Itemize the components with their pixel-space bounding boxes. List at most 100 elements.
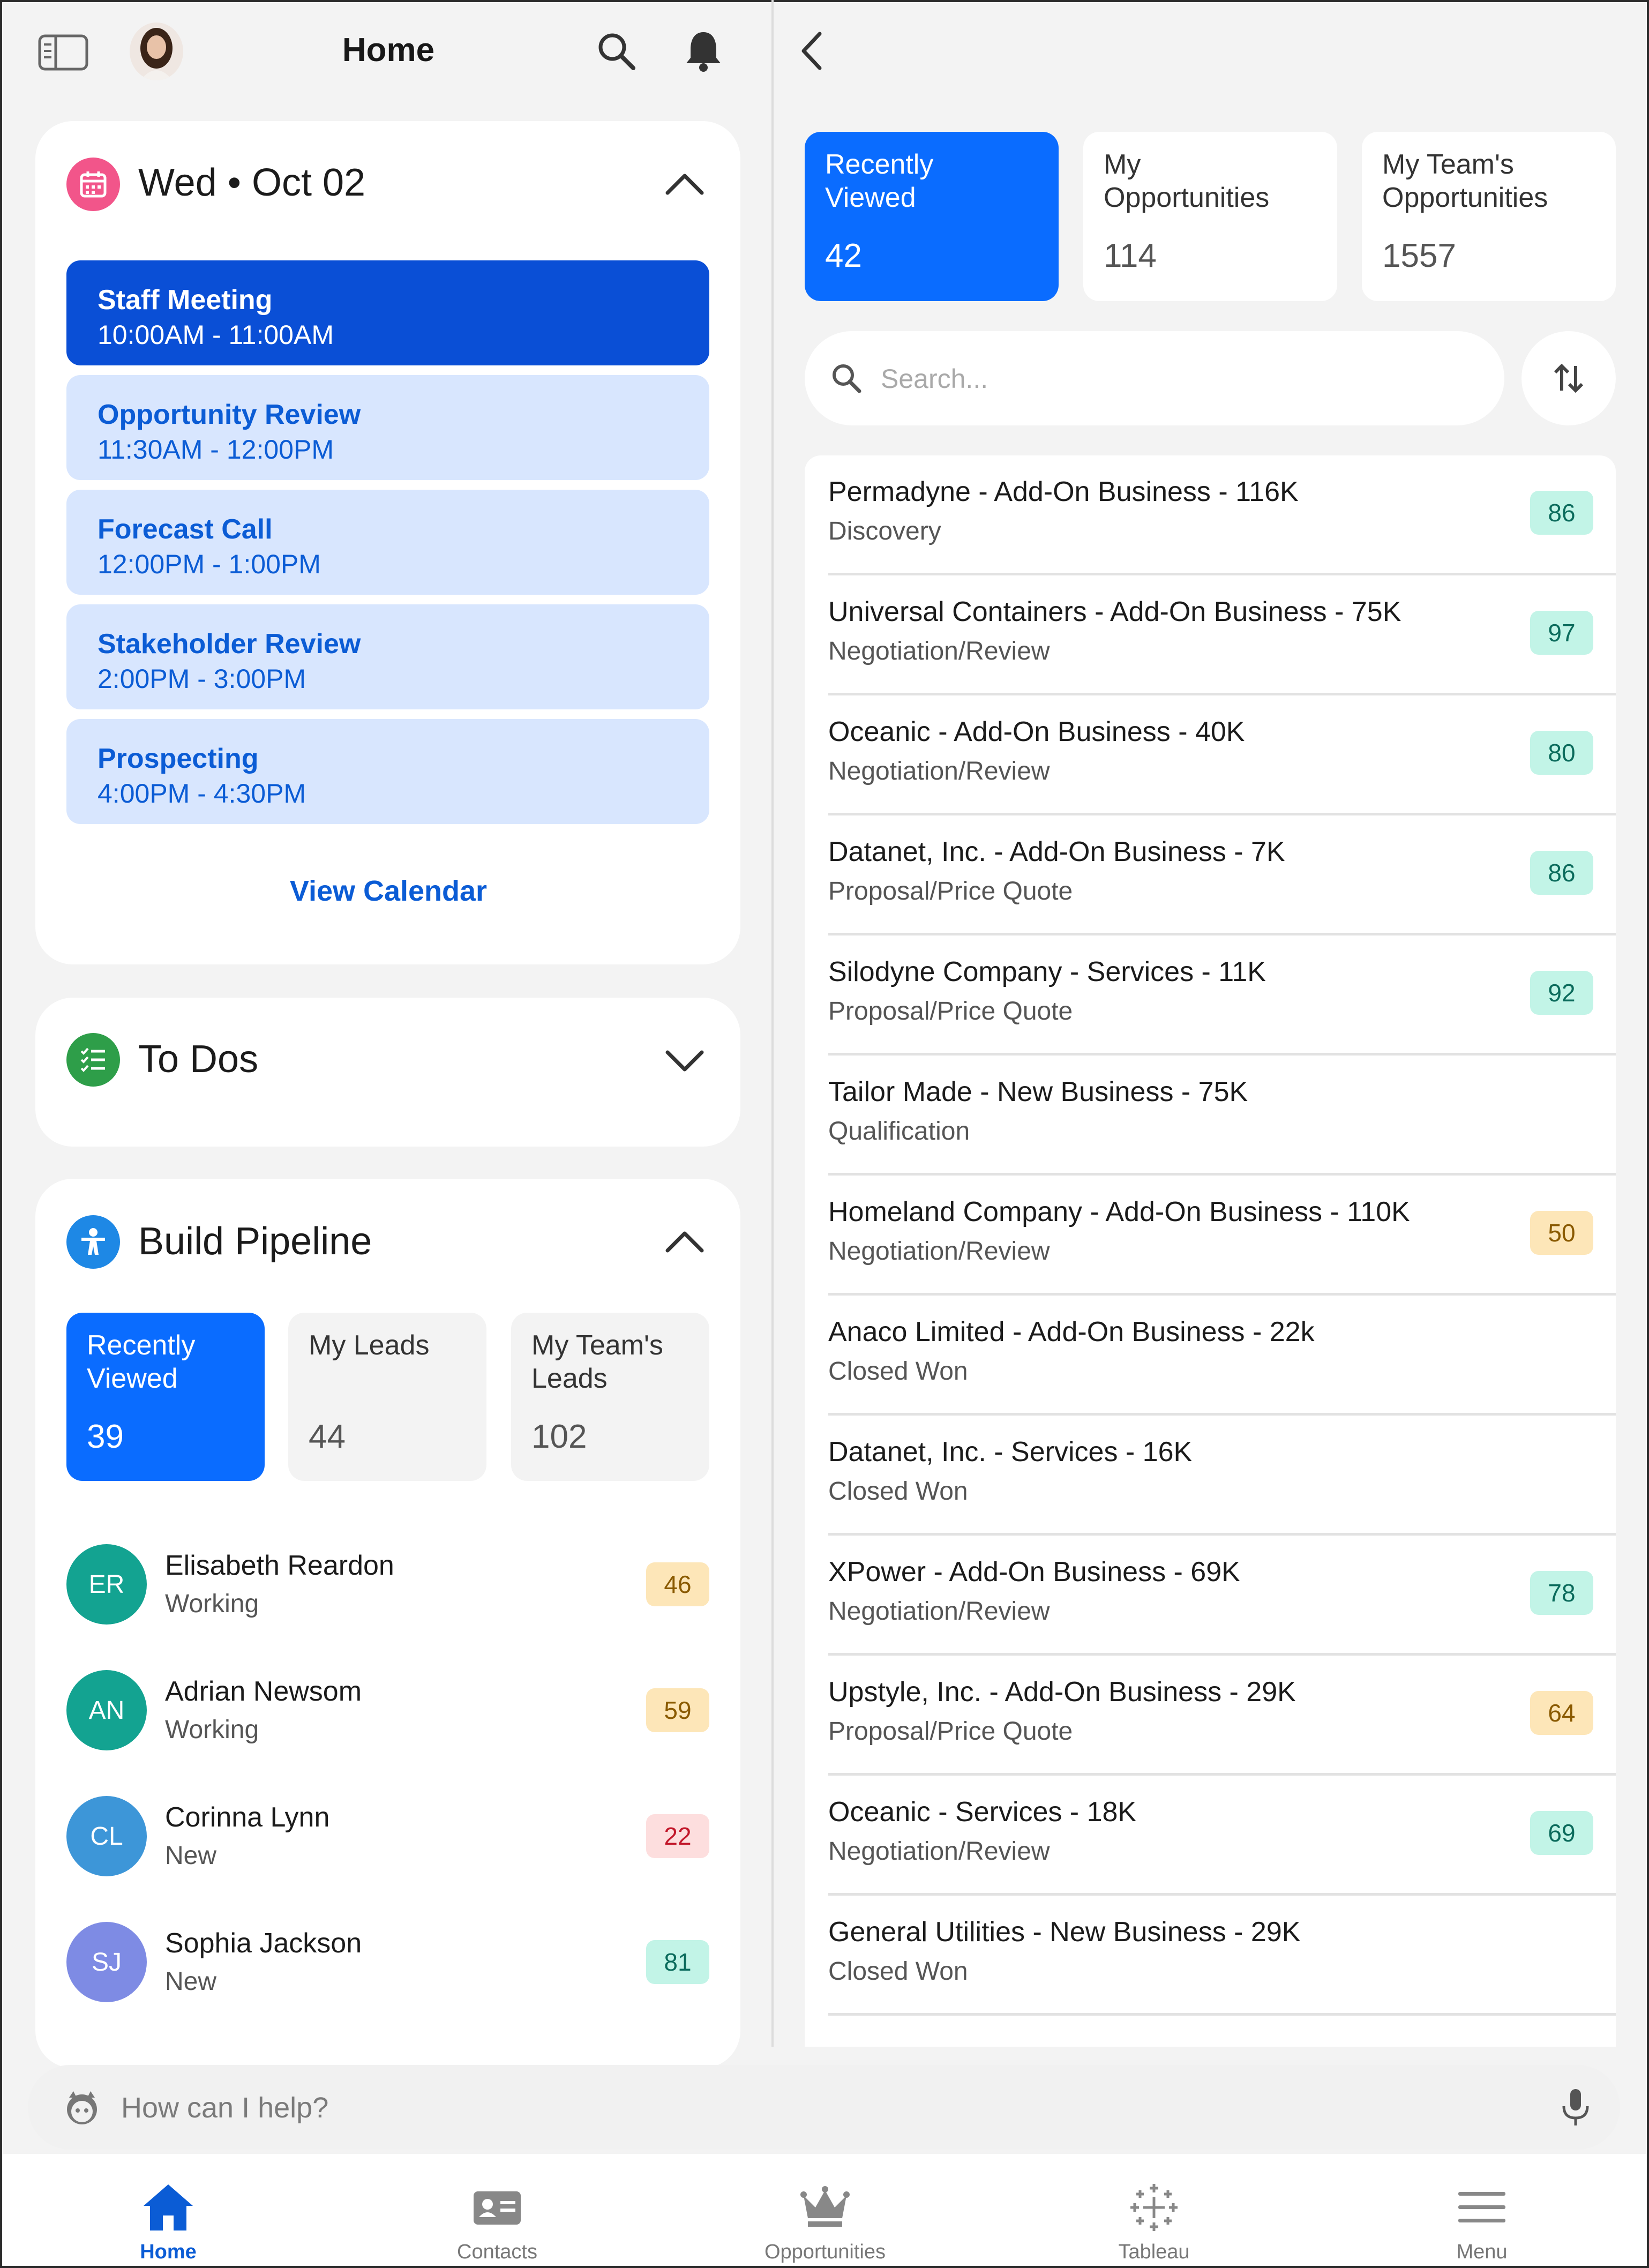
checklist-icon	[66, 1033, 120, 1087]
tile-count: 114	[1104, 237, 1157, 274]
opportunity-row[interactable]: Universal Containers - Add-On Business -…	[828, 575, 1616, 695]
tile-count: 42	[825, 237, 862, 274]
sidebar-toggle-icon[interactable]	[38, 32, 89, 73]
calendar-event[interactable]: Forecast Call 12:00PM - 1:00PM	[66, 490, 709, 595]
opportunity-stage: Negotiation/Review	[828, 1837, 1050, 1866]
tableau-icon	[1127, 2181, 1181, 2234]
assistant-input[interactable]	[120, 2083, 1515, 2132]
calendar-event[interactable]: Stakeholder Review 2:00PM - 3:00PM	[66, 604, 709, 709]
tab-contacts[interactable]: Contacts	[401, 2165, 594, 2263]
tab-home[interactable]: Home	[72, 2165, 265, 2263]
lead-avatar: SJ	[66, 1922, 147, 2002]
back-chevron-icon[interactable]	[793, 27, 830, 75]
person-icon	[66, 1215, 120, 1269]
lead-avatar: AN	[66, 1670, 147, 1750]
tile-label: My Opportunities	[1104, 149, 1270, 213]
event-time: 10:00AM - 11:00AM	[98, 320, 334, 350]
tile-recently-viewed-leads[interactable]: Recently Viewed 39	[66, 1313, 265, 1481]
tab-label: Tableau	[1118, 2241, 1190, 2263]
lead-score-badge: 59	[646, 1688, 709, 1732]
opportunity-row[interactable]: Silodyne Company - Services - 11K Propos…	[828, 935, 1616, 1056]
opportunity-stage: Closed Won	[828, 1477, 968, 1506]
opportunity-row[interactable]: Tailor Made - New Business - 75K Qualifi…	[828, 1056, 1616, 1176]
opportunity-stage: Negotiation/Review	[828, 1237, 1050, 1266]
view-calendar-link[interactable]: View Calendar	[252, 874, 525, 908]
tile-my-teams-opportunities[interactable]: My Team's Opportunities 1557	[1362, 132, 1616, 301]
calendar-event[interactable]: Staff Meeting 10:00AM - 11:00AM	[66, 260, 709, 365]
opportunity-row[interactable]: Datanet, Inc. - Services - 16K Closed Wo…	[828, 1416, 1616, 1536]
opportunity-row[interactable]: Datanet, Inc. - Add-On Business - 7K Pro…	[828, 815, 1616, 935]
opportunity-score-badge: 80	[1530, 731, 1593, 775]
sort-icon[interactable]	[1521, 331, 1616, 425]
opportunity-stage: Discovery	[828, 517, 941, 545]
tab-menu[interactable]: Menu	[1385, 2165, 1578, 2263]
page-title: Home	[342, 32, 435, 69]
contacts-icon	[470, 2181, 524, 2234]
opportunity-name: Anaco Limited - Add-On Business - 22k	[828, 1316, 1315, 1348]
opportunity-row[interactable]: Anaco Limited - Add-On Business - 22k Cl…	[828, 1296, 1616, 1416]
bottom-tab-bar: Home Contacts Opportunities Tableau Menu	[2, 2154, 1647, 2266]
search-input[interactable]	[880, 353, 1471, 405]
lead-row[interactable]: SJ Sophia Jackson New 81	[66, 1911, 709, 2013]
opportunity-row[interactable]: Oceanic - Services - 18K Negotiation/Rev…	[828, 1776, 1616, 1896]
event-time: 11:30AM - 12:00PM	[98, 435, 334, 465]
event-time: 2:00PM - 3:00PM	[98, 664, 306, 694]
event-title: Opportunity Review	[98, 399, 361, 430]
tab-label: Menu	[1456, 2241, 1508, 2263]
opportunity-score-badge: 86	[1530, 491, 1593, 535]
bell-icon[interactable]	[679, 27, 728, 75]
opportunity-row[interactable]: Upstyle, Inc. - Add-On Business - 29K Pr…	[828, 1656, 1616, 1776]
chevron-up-icon[interactable]	[663, 170, 706, 200]
lead-score-badge: 81	[646, 1940, 709, 1984]
opportunity-stage: Proposal/Price Quote	[828, 877, 1073, 905]
event-title: Staff Meeting	[98, 285, 273, 316]
event-time: 12:00PM - 1:00PM	[98, 549, 321, 579]
microphone-icon[interactable]	[1554, 2085, 1598, 2129]
opportunity-row[interactable]: Homeland Company - Add-On Business - 110…	[828, 1176, 1616, 1296]
user-avatar[interactable]	[130, 23, 183, 80]
tile-count: 44	[309, 1418, 346, 1455]
chevron-down-icon[interactable]	[663, 1048, 706, 1077]
tile-recently-viewed-opps[interactable]: Recently Viewed 42	[805, 132, 1059, 301]
lead-row[interactable]: CL Corinna Lynn New 22	[66, 1785, 709, 1887]
lead-status: New	[165, 1967, 217, 1996]
tile-my-teams-leads[interactable]: My Team's Leads 102	[511, 1313, 709, 1481]
event-title: Forecast Call	[98, 514, 273, 545]
tile-count: 39	[87, 1418, 124, 1455]
search-icon	[826, 358, 867, 399]
calendar-event[interactable]: Prospecting 4:00PM - 4:30PM	[66, 719, 709, 824]
opportunity-row[interactable]: General Utilities - New Business - 29K C…	[828, 1896, 1616, 2016]
tab-label: Home	[140, 2241, 197, 2263]
search-icon[interactable]	[592, 27, 640, 75]
opportunity-row[interactable]: XPower - Add-On Business - 69K Negotiati…	[828, 1536, 1616, 1656]
lead-status: Working	[165, 1590, 259, 1618]
split-divider	[771, 0, 774, 2047]
tab-label: Contacts	[457, 2241, 537, 2263]
tile-label: Recently Viewed	[825, 149, 934, 213]
tile-count: 1557	[1382, 237, 1456, 274]
opportunity-stage: Proposal/Price Quote	[828, 1717, 1073, 1746]
opportunity-stage: Proposal/Price Quote	[828, 997, 1073, 1026]
opportunity-score-badge: 50	[1530, 1211, 1593, 1255]
tile-my-leads[interactable]: My Leads 44	[288, 1313, 486, 1481]
lead-row[interactable]: AN Adrian Newsom Working 59	[66, 1659, 709, 1761]
search-bar	[805, 331, 1504, 425]
todos-title: To Dos	[138, 1038, 259, 1081]
lead-avatar: ER	[66, 1544, 147, 1625]
tab-opportunities[interactable]: Opportunities	[729, 2165, 921, 2263]
tab-tableau[interactable]: Tableau	[1058, 2165, 1250, 2263]
tile-my-opportunities[interactable]: My Opportunities 114	[1083, 132, 1337, 301]
opportunity-stage: Negotiation/Review	[828, 637, 1050, 665]
calendar-event[interactable]: Opportunity Review 11:30AM - 12:00PM	[66, 375, 709, 480]
opportunity-name: Datanet, Inc. - Add-On Business - 7K	[828, 836, 1285, 867]
opportunity-score-badge: 78	[1530, 1571, 1593, 1615]
opportunity-score-badge: 64	[1530, 1691, 1593, 1735]
calendar-date: Wed • Oct 02	[138, 161, 366, 204]
opportunity-row[interactable]: Oceanic - Add-On Business - 40K Negotiat…	[828, 695, 1616, 815]
calendar-icon	[66, 158, 120, 211]
opportunity-score-badge: 86	[1530, 851, 1593, 895]
opportunity-row[interactable]: Permadyne - Add-On Business - 116K Disco…	[828, 455, 1616, 575]
chevron-up-icon[interactable]	[663, 1228, 706, 1257]
opportunity-name: Silodyne Company - Services - 11K	[828, 956, 1266, 987]
lead-row[interactable]: ER Elisabeth Reardon Working 46	[66, 1533, 709, 1635]
